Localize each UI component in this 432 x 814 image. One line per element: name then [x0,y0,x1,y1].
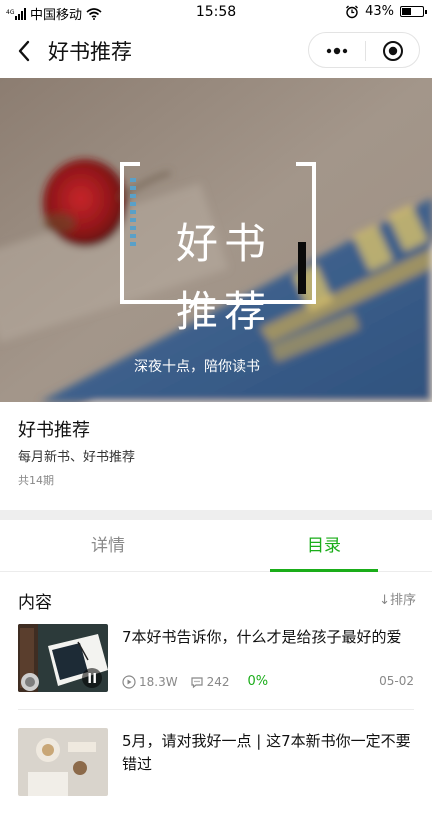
article-thumbnail-image [18,624,108,692]
battery-icon [400,6,427,17]
comment-icon [190,676,203,688]
play-count: 18.3W [122,675,178,689]
more-dots-icon [326,47,348,55]
active-tab-indicator [270,569,378,572]
tab-catalog[interactable]: 目录 [270,520,378,572]
chevron-left-icon [18,40,30,62]
list-item[interactable]: 7本好书告诉你，什么才是给孩子最好的爱 18.3W 242 0% 05-02 [0,622,432,710]
back-button[interactable] [12,36,40,66]
read-progress: 0% [247,674,269,689]
album-count: 共14期 [18,474,54,487]
content-title: 内容 [18,593,52,613]
album-description: 每月新书、好书推荐 [18,450,136,465]
cover-title-line2: 推荐 [176,287,273,336]
article-meta: 18.3W 242 0% [122,674,268,689]
article-thumbnail [18,728,108,796]
page-title: 好书推荐 [48,40,132,64]
tab-details[interactable]: 详情 [0,520,216,572]
close-button[interactable] [365,33,421,69]
article-title: 5月，请对我好一点 | 这7本新书你一定不要错过 [122,732,411,773]
album-title: 好书推荐 [18,420,90,441]
target-close-icon [383,41,403,61]
comment-count-value: 242 [206,674,230,689]
cover-subtitle: 深夜十点，陪你读书 [134,359,260,375]
cover-title-line1: 好书 [176,219,273,268]
comment-count: 242 [190,675,230,689]
more-button[interactable] [309,33,365,69]
list-item[interactable]: 5月，请对我好一点 | 这7本新书你一定不要错过 [0,726,432,814]
article-thumbnail [18,624,108,692]
status-right: 43% [345,4,427,19]
play-icon [122,674,136,689]
list-divider [18,709,414,710]
battery-percent: 43% [365,4,394,19]
tab-bar: 详情 目录 [0,520,432,572]
content-header: 内容 ↓排序 [0,580,432,616]
play-count-value: 18.3W [139,674,178,689]
battery-level [402,8,411,15]
status-bar: 4G 中国移动 15:58 43% [0,0,432,24]
nav-bar: 好书推荐 [0,24,432,78]
album-info: 好书推荐 每月新书、好书推荐 共14期 [0,402,432,510]
article-title: 7本好书告诉你，什么才是给孩子最好的爱 [122,628,402,646]
capsule-menu [308,32,420,68]
article-date: 05-02 [379,674,414,688]
section-divider [0,510,432,520]
cover-stripes [130,178,136,246]
article-thumbnail-image [18,728,108,796]
alarm-icon [346,5,359,18]
sort-button[interactable]: ↓排序 [379,589,416,608]
album-cover: 好书 推荐 深夜十点，陪你读书 [0,78,432,402]
